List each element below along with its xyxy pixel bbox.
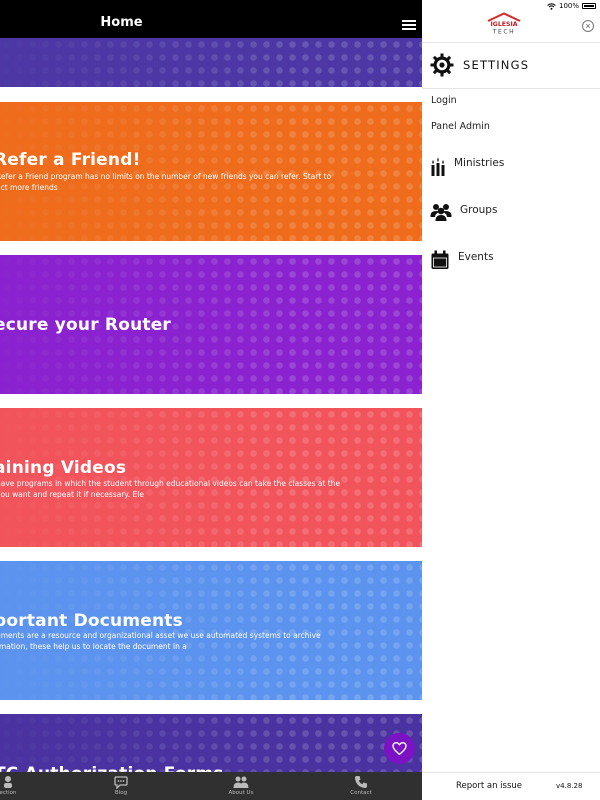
card-title: Refer a Friend!	[0, 150, 141, 170]
card-title: aining Videos	[0, 458, 127, 478]
battery-percent: 100%	[558, 2, 579, 10]
card-title: portant Documents	[0, 611, 183, 631]
app-version: v4.8.28	[556, 782, 583, 790]
tab-about-us[interactable]: About Us	[211, 775, 271, 796]
card-title: ecure your Router	[0, 315, 172, 335]
menu-item-label: Groups	[460, 204, 498, 216]
drawer-divider	[422, 88, 600, 89]
favorite-button[interactable]	[384, 733, 415, 764]
menu-item-ministries[interactable]: Ministries	[430, 156, 504, 176]
close-icon[interactable]: ×	[582, 20, 594, 32]
people-icon	[233, 776, 249, 788]
hamburger-menu-icon[interactable]	[402, 20, 416, 30]
menu-item-events[interactable]: Events	[430, 250, 494, 270]
settings-label: SETTINGS	[463, 58, 530, 72]
page-title: Home	[100, 15, 143, 30]
tab-blog[interactable]: Blog	[91, 775, 151, 796]
card-refer-friend[interactable]: Refer a Friend! Refer a Friend program h…	[0, 102, 422, 241]
logo-text-top: IGLESIA	[490, 21, 517, 28]
panel-admin-link[interactable]: Panel Admin	[431, 121, 490, 132]
side-drawer: 100% IGLESIA TECH × SETTINGS Login Panel…	[422, 0, 600, 800]
status-bar: 100%	[547, 2, 596, 10]
tab-label: About Us	[228, 790, 254, 796]
menu-item-groups[interactable]: Groups	[430, 203, 497, 221]
drawer-divider	[422, 772, 600, 773]
ministries-icon	[431, 157, 445, 176]
card-secure-router[interactable]: ecure your Router	[0, 255, 422, 394]
gear-icon	[430, 53, 454, 77]
card-top[interactable]	[0, 38, 422, 87]
card-description: Refer a Friend program has no limits on …	[0, 172, 332, 192]
phone-icon	[355, 776, 367, 788]
chat-bubble-icon	[114, 776, 128, 789]
logo-text-bottom: TECH	[492, 29, 516, 36]
heart-icon	[392, 742, 407, 755]
calendar-icon	[431, 250, 449, 269]
wifi-icon	[547, 2, 556, 10]
card-title: TC Authorization Forms	[0, 764, 224, 772]
tab-label: Contact	[350, 790, 372, 796]
card-authorization-forms[interactable]: TC Authorization Forms	[0, 714, 422, 772]
groups-icon	[430, 204, 452, 221]
battery-icon	[582, 3, 596, 9]
drawer-divider	[422, 42, 600, 43]
drawer-footer: Report an issue v4.8.28	[422, 772, 600, 800]
card-training-videos[interactable]: aining Videos have programs in which the…	[0, 408, 422, 547]
connection-icon	[4, 776, 12, 788]
login-link[interactable]: Login	[431, 95, 457, 106]
card-description: uments are a resource and organizational…	[0, 631, 321, 651]
tab-contact[interactable]: Contact	[331, 775, 391, 796]
tab-connection[interactable]: ection	[0, 775, 38, 796]
settings-header[interactable]: SETTINGS	[430, 52, 529, 78]
iglesia-tech-logo: IGLESIA TECH	[484, 12, 524, 36]
menu-item-label: Ministries	[454, 157, 505, 169]
card-description: have programs in which the student throu…	[0, 479, 341, 499]
tab-label: ection	[0, 790, 17, 796]
card-important-documents[interactable]: portant Documents uments are a resource …	[0, 561, 422, 700]
menu-item-label: Events	[458, 251, 494, 263]
tab-label: Blog	[114, 790, 128, 796]
report-issue-link[interactable]: Report an issue	[456, 781, 522, 791]
